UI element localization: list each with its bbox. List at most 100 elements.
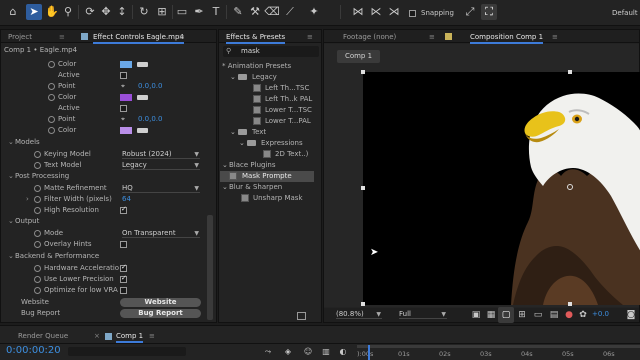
tab-footage[interactable]: Footage (none) — [343, 31, 396, 43]
composition-frame[interactable] — [363, 72, 640, 305]
tab-options-icon[interactable]: ≡ — [307, 31, 313, 43]
expand-chevron-icon[interactable]: ⌄ — [8, 251, 14, 262]
stopwatch-icon[interactable] — [34, 151, 41, 158]
puppet-pin-tool-icon[interactable]: ✦ — [306, 4, 322, 20]
overlay-hints-checkbox[interactable] — [120, 241, 127, 248]
high-resolution-checkbox[interactable] — [120, 205, 127, 214]
close-icon[interactable]: × — [94, 330, 100, 342]
output-group-label[interactable]: Output — [15, 216, 39, 227]
mask-visibility-icon[interactable]: ▢ — [498, 307, 514, 323]
website-button[interactable]: Website — [120, 298, 201, 307]
backend-group-label[interactable]: Backend & Performance — [15, 251, 99, 262]
tree-animation-presets[interactable]: * Animation Presets — [222, 61, 291, 72]
effect-controls-scrollbar[interactable] — [207, 215, 213, 320]
tree-preset-lower-tpal[interactable]: Lower T...PAL — [253, 116, 319, 127]
snap-features-icon[interactable]: ⛶ — [481, 4, 497, 20]
orbit-camera-icon[interactable]: ⟳ — [82, 4, 98, 20]
draft-3d-icon[interactable]: ◈ — [280, 344, 296, 360]
transparency-grid-icon[interactable]: ▦ — [483, 307, 499, 323]
stopwatch-icon[interactable] — [48, 61, 55, 68]
pan-behind-tool-icon[interactable]: ⊞ — [154, 4, 170, 20]
guides-icon[interactable]: ⊞ — [514, 307, 530, 323]
tab-composition[interactable]: Composition Comp 1 — [470, 31, 544, 44]
snapshot-camera-icon[interactable]: ◙ — [623, 307, 639, 323]
point1-value[interactable]: 0.0,0.0 — [138, 81, 163, 92]
expand-chevron-icon[interactable]: ⌄ — [8, 171, 14, 182]
matte-refinement-dropdown[interactable]: HQ ▼ — [122, 184, 200, 193]
time-ruler[interactable]: ):00s 01s 02s 03s 04s 05s 06s — [357, 350, 640, 360]
snap-edges-icon[interactable]: ⤢ — [462, 4, 478, 20]
lock-icon[interactable] — [445, 33, 452, 40]
stopwatch-icon[interactable] — [48, 127, 55, 134]
zoom-dropdown[interactable]: (80.8%) ▼ — [336, 310, 382, 319]
color3-swatch[interactable] — [120, 127, 132, 134]
new-folder-icon[interactable] — [297, 312, 306, 320]
crosshair-icon[interactable]: ⌖ — [121, 81, 125, 92]
point2-value[interactable]: 0.0,0.0 — [138, 114, 163, 125]
zoom-tool-icon[interactable]: ⚲ — [60, 4, 76, 20]
axis-world-icon[interactable]: ⋉ — [368, 4, 384, 20]
stopwatch-icon[interactable] — [34, 265, 41, 272]
eyedropper-icon[interactable] — [137, 95, 148, 100]
tab-menu-icon[interactable]: ≡ — [59, 31, 65, 43]
tree-text[interactable]: ⌄ Text — [230, 127, 266, 138]
keying-model-dropdown[interactable]: Robust (2024) ▼ — [122, 150, 200, 159]
tree-expressions[interactable]: ⌄ Expressions — [239, 138, 303, 149]
work-area-bar[interactable] — [357, 345, 640, 348]
view-options-icon[interactable]: ▤ — [546, 307, 562, 323]
view-layout-icon[interactable]: ▭ — [530, 307, 546, 323]
transform-handle[interactable] — [361, 70, 365, 74]
tab-effects-presets[interactable]: Effects & Presets — [226, 31, 286, 44]
eyedropper-icon[interactable] — [137, 128, 148, 133]
stopwatch-icon[interactable] — [34, 185, 41, 192]
anchor-point-icon[interactable] — [567, 184, 573, 190]
transform-handle[interactable] — [568, 302, 572, 306]
timeline-search-input[interactable] — [68, 347, 186, 356]
tree-preset-left-tsc[interactable]: Left Th...TSC — [253, 83, 319, 94]
color2-swatch[interactable] — [120, 94, 132, 101]
bug-report-button[interactable]: Bug Report — [120, 309, 201, 318]
lower-precision-checkbox[interactable] — [120, 274, 127, 283]
stopwatch-icon[interactable] — [34, 241, 41, 248]
active2-checkbox[interactable] — [120, 105, 127, 112]
transform-handle[interactable] — [361, 186, 365, 190]
stopwatch-icon[interactable] — [34, 207, 41, 214]
tree-effect-unsharp-mask[interactable]: Unsharp Mask — [241, 193, 319, 204]
comp-mini-flowchart-icon[interactable]: ⤳ — [260, 344, 276, 360]
eraser-tool-icon[interactable]: ⌫ — [264, 4, 280, 20]
tree-blur-sharpen[interactable]: ⌄ Blur & Sharpen — [222, 182, 282, 193]
expand-chevron-icon[interactable]: ⌄ — [8, 216, 14, 227]
eyedropper-icon[interactable] — [137, 62, 148, 67]
rectangle-tool-icon[interactable]: ▭ — [174, 4, 190, 20]
viewer-canvas[interactable]: Comp 1 ➤ — [324, 44, 640, 307]
type-tool-icon[interactable]: T — [208, 4, 224, 20]
frame-blending-icon[interactable]: ▥ — [318, 344, 334, 360]
rotate-tool-icon[interactable]: ↻ — [136, 4, 152, 20]
text-model-dropdown[interactable]: Legacy ▼ — [122, 161, 200, 170]
shy-layers-icon[interactable]: ☺ — [300, 344, 316, 360]
tree-blace-plugins[interactable]: ⌄ Blace Plugins — [222, 160, 276, 171]
active1-checkbox[interactable] — [120, 72, 127, 79]
selection-tool-icon[interactable]: ➤ — [26, 4, 42, 20]
tab-project[interactable]: Project — [8, 31, 32, 43]
stopwatch-icon[interactable] — [34, 162, 41, 169]
roto-brush-tool-icon[interactable]: ⟋ — [282, 4, 298, 20]
mode-dropdown[interactable]: On Transparent ▼ — [122, 229, 200, 238]
tree-preset-left-kpal[interactable]: Left Th..k PAL — [253, 94, 319, 105]
clone-stamp-tool-icon[interactable]: ⚒ — [247, 4, 263, 20]
tab-effect-controls[interactable]: Effect Controls Eagle.mp4 — [93, 31, 184, 44]
brush-tool-icon[interactable]: ✎ — [230, 4, 246, 20]
expand-chevron-icon[interactable]: › — [26, 194, 29, 205]
crosshair-icon[interactable]: ⌖ — [121, 114, 125, 125]
models-group-label[interactable]: Models — [15, 137, 40, 148]
stopwatch-icon[interactable] — [34, 276, 41, 283]
stopwatch-icon[interactable] — [34, 196, 41, 203]
transform-handle[interactable] — [361, 302, 365, 306]
hand-tool-icon[interactable]: ✋ — [44, 4, 60, 20]
tab-options-icon[interactable]: ≡ — [552, 31, 558, 43]
stopwatch-icon[interactable] — [48, 116, 55, 123]
optimize-vram-checkbox[interactable] — [120, 287, 127, 294]
color-management-icon[interactable]: ✿ — [575, 307, 591, 323]
tab-menu-icon[interactable]: ≡ — [429, 31, 435, 43]
hw-accel-checkbox[interactable] — [120, 263, 127, 272]
